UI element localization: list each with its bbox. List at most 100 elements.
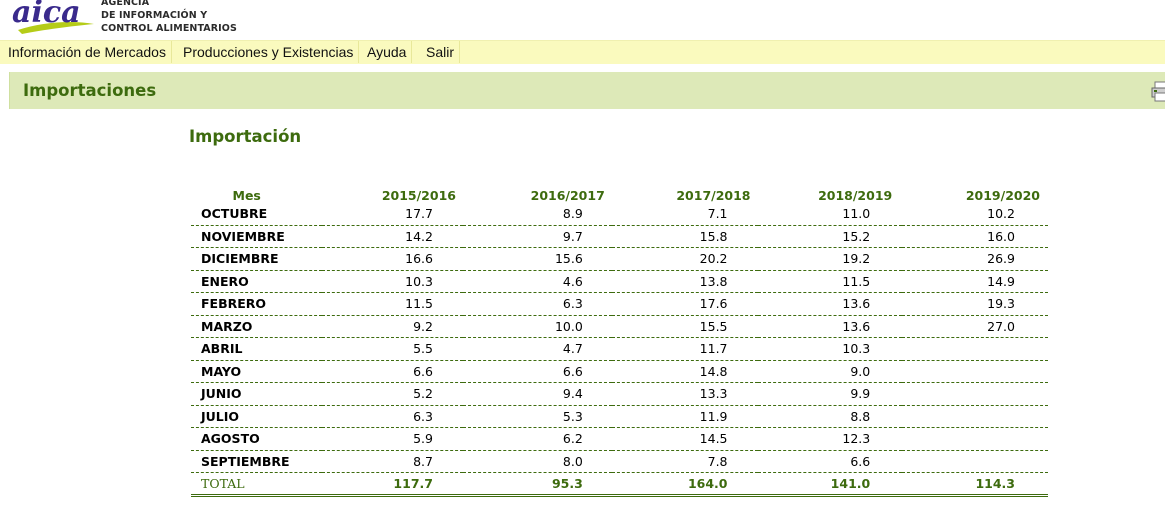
month-cell: AGOSTO xyxy=(191,427,323,451)
value-cell: 8.9 xyxy=(462,203,612,226)
column-header: 2016/2017 xyxy=(530,188,605,203)
month-cell: SEPTIEMBRE xyxy=(191,450,323,473)
value-cell: 19.3 xyxy=(902,292,1048,316)
value-cell: 11.7 xyxy=(611,337,758,361)
month-cell: NOVIEMBRE xyxy=(191,225,323,248)
value-cell: 19.2 xyxy=(757,247,903,271)
value-cell: 11.5 xyxy=(757,270,903,293)
value-cell: 8.0 xyxy=(462,450,612,473)
value-cell: 5.5 xyxy=(322,337,463,361)
imports-table: Mes 2015/2016 2016/2017 2017/2018 2018/2… xyxy=(191,181,1048,497)
table-row: ABRIL 5.5 4.7 11.7 10.3 xyxy=(191,337,1048,361)
value-cell: 5.2 xyxy=(322,382,463,406)
printer-icon[interactable] xyxy=(1151,79,1165,103)
table-row: MAYO 6.6 6.6 14.8 9.0 xyxy=(191,360,1048,383)
value-cell: 9.9 xyxy=(757,382,903,406)
menu-item-producciones-existencias[interactable]: Producciones y Existencias xyxy=(178,41,360,63)
value-cell xyxy=(902,450,1048,473)
value-cell: 8.8 xyxy=(757,405,903,428)
value-cell: 12.3 xyxy=(757,427,903,451)
total-row: TOTAL 117.7 95.3 164.0 141.0 114.3 xyxy=(191,472,1048,497)
table-row: MARZO 9.2 10.0 15.5 13.6 27.0 xyxy=(191,315,1048,338)
value-cell: 8.7 xyxy=(322,450,463,473)
menu-item-informacion-mercados[interactable]: Información de Mercados xyxy=(3,41,172,63)
section-header: Importaciones xyxy=(9,72,1165,109)
month-cell: JULIO xyxy=(191,405,323,428)
aica-logo[interactable]: aica xyxy=(12,0,96,38)
value-cell: 14.5 xyxy=(611,427,758,451)
menu-item-ayuda[interactable]: Ayuda xyxy=(362,41,413,63)
table-row: NOVIEMBRE 14.2 9.7 15.8 15.2 16.0 xyxy=(191,225,1048,248)
value-cell: 141.0 xyxy=(757,472,903,497)
menu-item-salir[interactable]: Salir xyxy=(421,41,461,63)
month-cell: MAYO xyxy=(191,360,323,383)
value-cell: 9.0 xyxy=(757,360,903,383)
header: aica AGENCIA DE INFORMACIÓN Y CONTROL AL… xyxy=(0,0,1165,40)
column-header: 2015/2016 xyxy=(381,188,456,203)
value-cell: 16.6 xyxy=(322,247,463,271)
value-cell xyxy=(902,405,1048,428)
section-title: Importaciones xyxy=(23,81,157,100)
value-cell: 15.6 xyxy=(462,247,612,271)
value-cell: 14.9 xyxy=(902,270,1048,293)
table-row: OCTUBRE 17.7 8.9 7.1 11.0 10.2 xyxy=(191,203,1048,226)
agency-name-line1: AGENCIA xyxy=(101,0,150,8)
value-cell: 11.5 xyxy=(322,292,463,316)
column-header-mes: Mes xyxy=(232,188,261,203)
value-cell: 6.3 xyxy=(462,292,612,316)
table-row: JUNIO 5.2 9.4 13.3 9.9 xyxy=(191,382,1048,406)
month-cell: ENERO xyxy=(191,270,323,293)
agency-name-line3: CONTROL ALIMENTARIOS xyxy=(101,23,237,34)
value-cell: 114.3 xyxy=(902,472,1048,497)
value-cell: 14.2 xyxy=(322,225,463,248)
value-cell: 10.3 xyxy=(322,270,463,293)
month-cell: JUNIO xyxy=(191,382,323,406)
value-cell: 5.9 xyxy=(322,427,463,451)
value-cell: 7.1 xyxy=(611,203,758,226)
column-header: 2019/2020 xyxy=(965,188,1040,203)
table-row: FEBRERO 11.5 6.3 17.6 13.6 19.3 xyxy=(191,292,1048,316)
month-cell: OCTUBRE xyxy=(191,203,323,226)
month-cell: ABRIL xyxy=(191,337,323,361)
value-cell: 10.2 xyxy=(902,203,1048,226)
value-cell xyxy=(902,382,1048,406)
column-header: 2018/2019 xyxy=(818,188,893,203)
table-row: DICIEMBRE 16.6 15.6 20.2 19.2 26.9 xyxy=(191,247,1048,271)
value-cell: 10.3 xyxy=(757,337,903,361)
value-cell: 14.8 xyxy=(611,360,758,383)
value-cell: 15.8 xyxy=(611,225,758,248)
value-cell: 13.6 xyxy=(757,292,903,316)
value-cell: 6.6 xyxy=(462,360,612,383)
value-cell: 26.9 xyxy=(902,247,1048,271)
value-cell: 6.6 xyxy=(757,450,903,473)
table-row: SEPTIEMBRE 8.7 8.0 7.8 6.6 xyxy=(191,450,1048,473)
value-cell: 6.3 xyxy=(322,405,463,428)
page-subheading: Importación xyxy=(189,127,302,146)
value-cell: 117.7 xyxy=(322,472,463,497)
logo-wordmark: aica xyxy=(12,0,81,30)
value-cell: 95.3 xyxy=(462,472,612,497)
value-cell: 4.6 xyxy=(462,270,612,293)
value-cell: 17.6 xyxy=(611,292,758,316)
value-cell: 4.7 xyxy=(462,337,612,361)
column-header: 2017/2018 xyxy=(676,188,751,203)
value-cell: 164.0 xyxy=(611,472,758,497)
value-cell: 5.3 xyxy=(462,405,612,428)
month-cell: FEBRERO xyxy=(191,292,323,316)
value-cell xyxy=(902,427,1048,451)
value-cell: 11.0 xyxy=(757,203,903,226)
month-cell: DICIEMBRE xyxy=(191,247,323,271)
value-cell: 9.2 xyxy=(322,315,463,338)
agency-name-line2: DE INFORMACIÓN Y xyxy=(101,10,208,21)
value-cell: 6.6 xyxy=(322,360,463,383)
value-cell: 6.2 xyxy=(462,427,612,451)
value-cell: 9.7 xyxy=(462,225,612,248)
value-cell: 13.3 xyxy=(611,382,758,406)
value-cell: 15.2 xyxy=(757,225,903,248)
value-cell: 7.8 xyxy=(611,450,758,473)
table-row: ENERO 10.3 4.6 13.8 11.5 14.9 xyxy=(191,270,1048,293)
value-cell: 13.6 xyxy=(757,315,903,338)
month-cell: MARZO xyxy=(191,315,323,338)
month-cell: TOTAL xyxy=(191,472,323,497)
table-row: JULIO 6.3 5.3 11.9 8.8 xyxy=(191,405,1048,428)
